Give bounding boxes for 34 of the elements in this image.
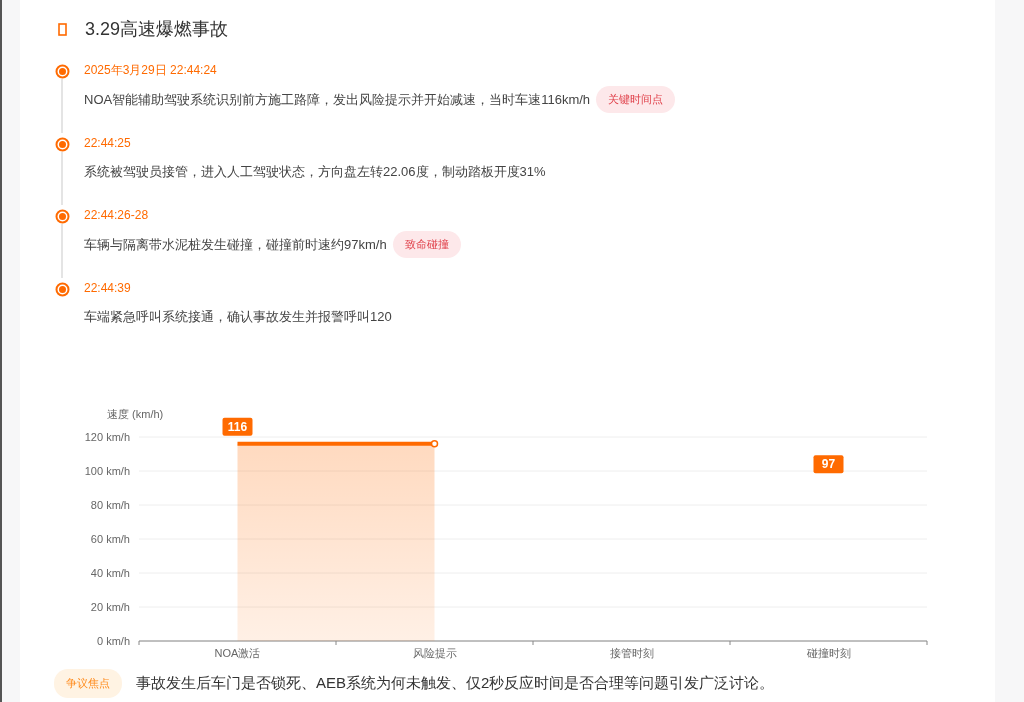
y-axis-title: 速度 (km/h) bbox=[107, 408, 164, 420]
x-tick-label: NOA激活 bbox=[214, 647, 261, 659]
event-description: NOA智能辅助驾驶系统识别前方施工路障，发出风险提示并开始减速，当时车速116km/h bbox=[84, 90, 591, 109]
value-label: 116 bbox=[222, 417, 253, 436]
timeline-dot-icon bbox=[54, 282, 70, 297]
event-time: 22:44:39 bbox=[84, 280, 132, 297]
controversy-tag: 争议焦点 bbox=[54, 669, 122, 698]
event-time: 22:44:25 bbox=[84, 135, 132, 152]
y-tick-label: 120 km/h bbox=[84, 431, 130, 443]
timeline-dot-icon bbox=[54, 64, 70, 79]
event-time: 2025年3月29日 22:44:24 bbox=[84, 62, 218, 79]
event-description: 车辆与隔离带水泥桩发生碰撞，碰撞前时速约97km/h bbox=[84, 235, 387, 254]
event-tag: 致命碰撞 bbox=[392, 231, 461, 258]
x-tick-label: 风险提示 bbox=[412, 647, 457, 659]
data-point bbox=[430, 440, 439, 448]
x-tick-label: 接管时刻 bbox=[609, 647, 654, 659]
y-tick-label: 100 km/h bbox=[84, 465, 130, 477]
y-tick-label: 60 km/h bbox=[90, 533, 130, 545]
y-tick-label: 20 km/h bbox=[90, 601, 130, 613]
event-description: 车端紧急呼叫系统接通，确认事故发生并报警呼叫120 bbox=[84, 308, 392, 326]
controversy-text: 事故发生后车门是否锁死、AEB系统为何未触发、仅2秒反应时间是否合理等问题引发广泛讨论。 bbox=[136, 674, 775, 693]
event-time: 22:44:26-28 bbox=[84, 207, 150, 224]
event-tag: 关键时间点 bbox=[596, 86, 676, 113]
y-tick-label: 40 km/h bbox=[90, 567, 130, 579]
event-description: 系统被驾驶员接管，进入人工驾驶状态，方向盘左转22.06度，制动踏板开度31% bbox=[84, 163, 546, 181]
timeline-dot-icon bbox=[54, 137, 70, 152]
x-tick-label: 碰撞时刻 bbox=[806, 647, 851, 659]
annotation: 97 bbox=[821, 457, 836, 472]
annotation-label: 97 bbox=[813, 455, 844, 474]
bookmark-icon bbox=[58, 22, 67, 36]
y-tick-label: 0 km/h bbox=[97, 635, 130, 647]
section-title: 3.29高速爆燃事故 bbox=[85, 18, 229, 41]
timeline-dot-icon bbox=[54, 209, 70, 224]
y-tick-label: 80 km/h bbox=[90, 499, 130, 511]
